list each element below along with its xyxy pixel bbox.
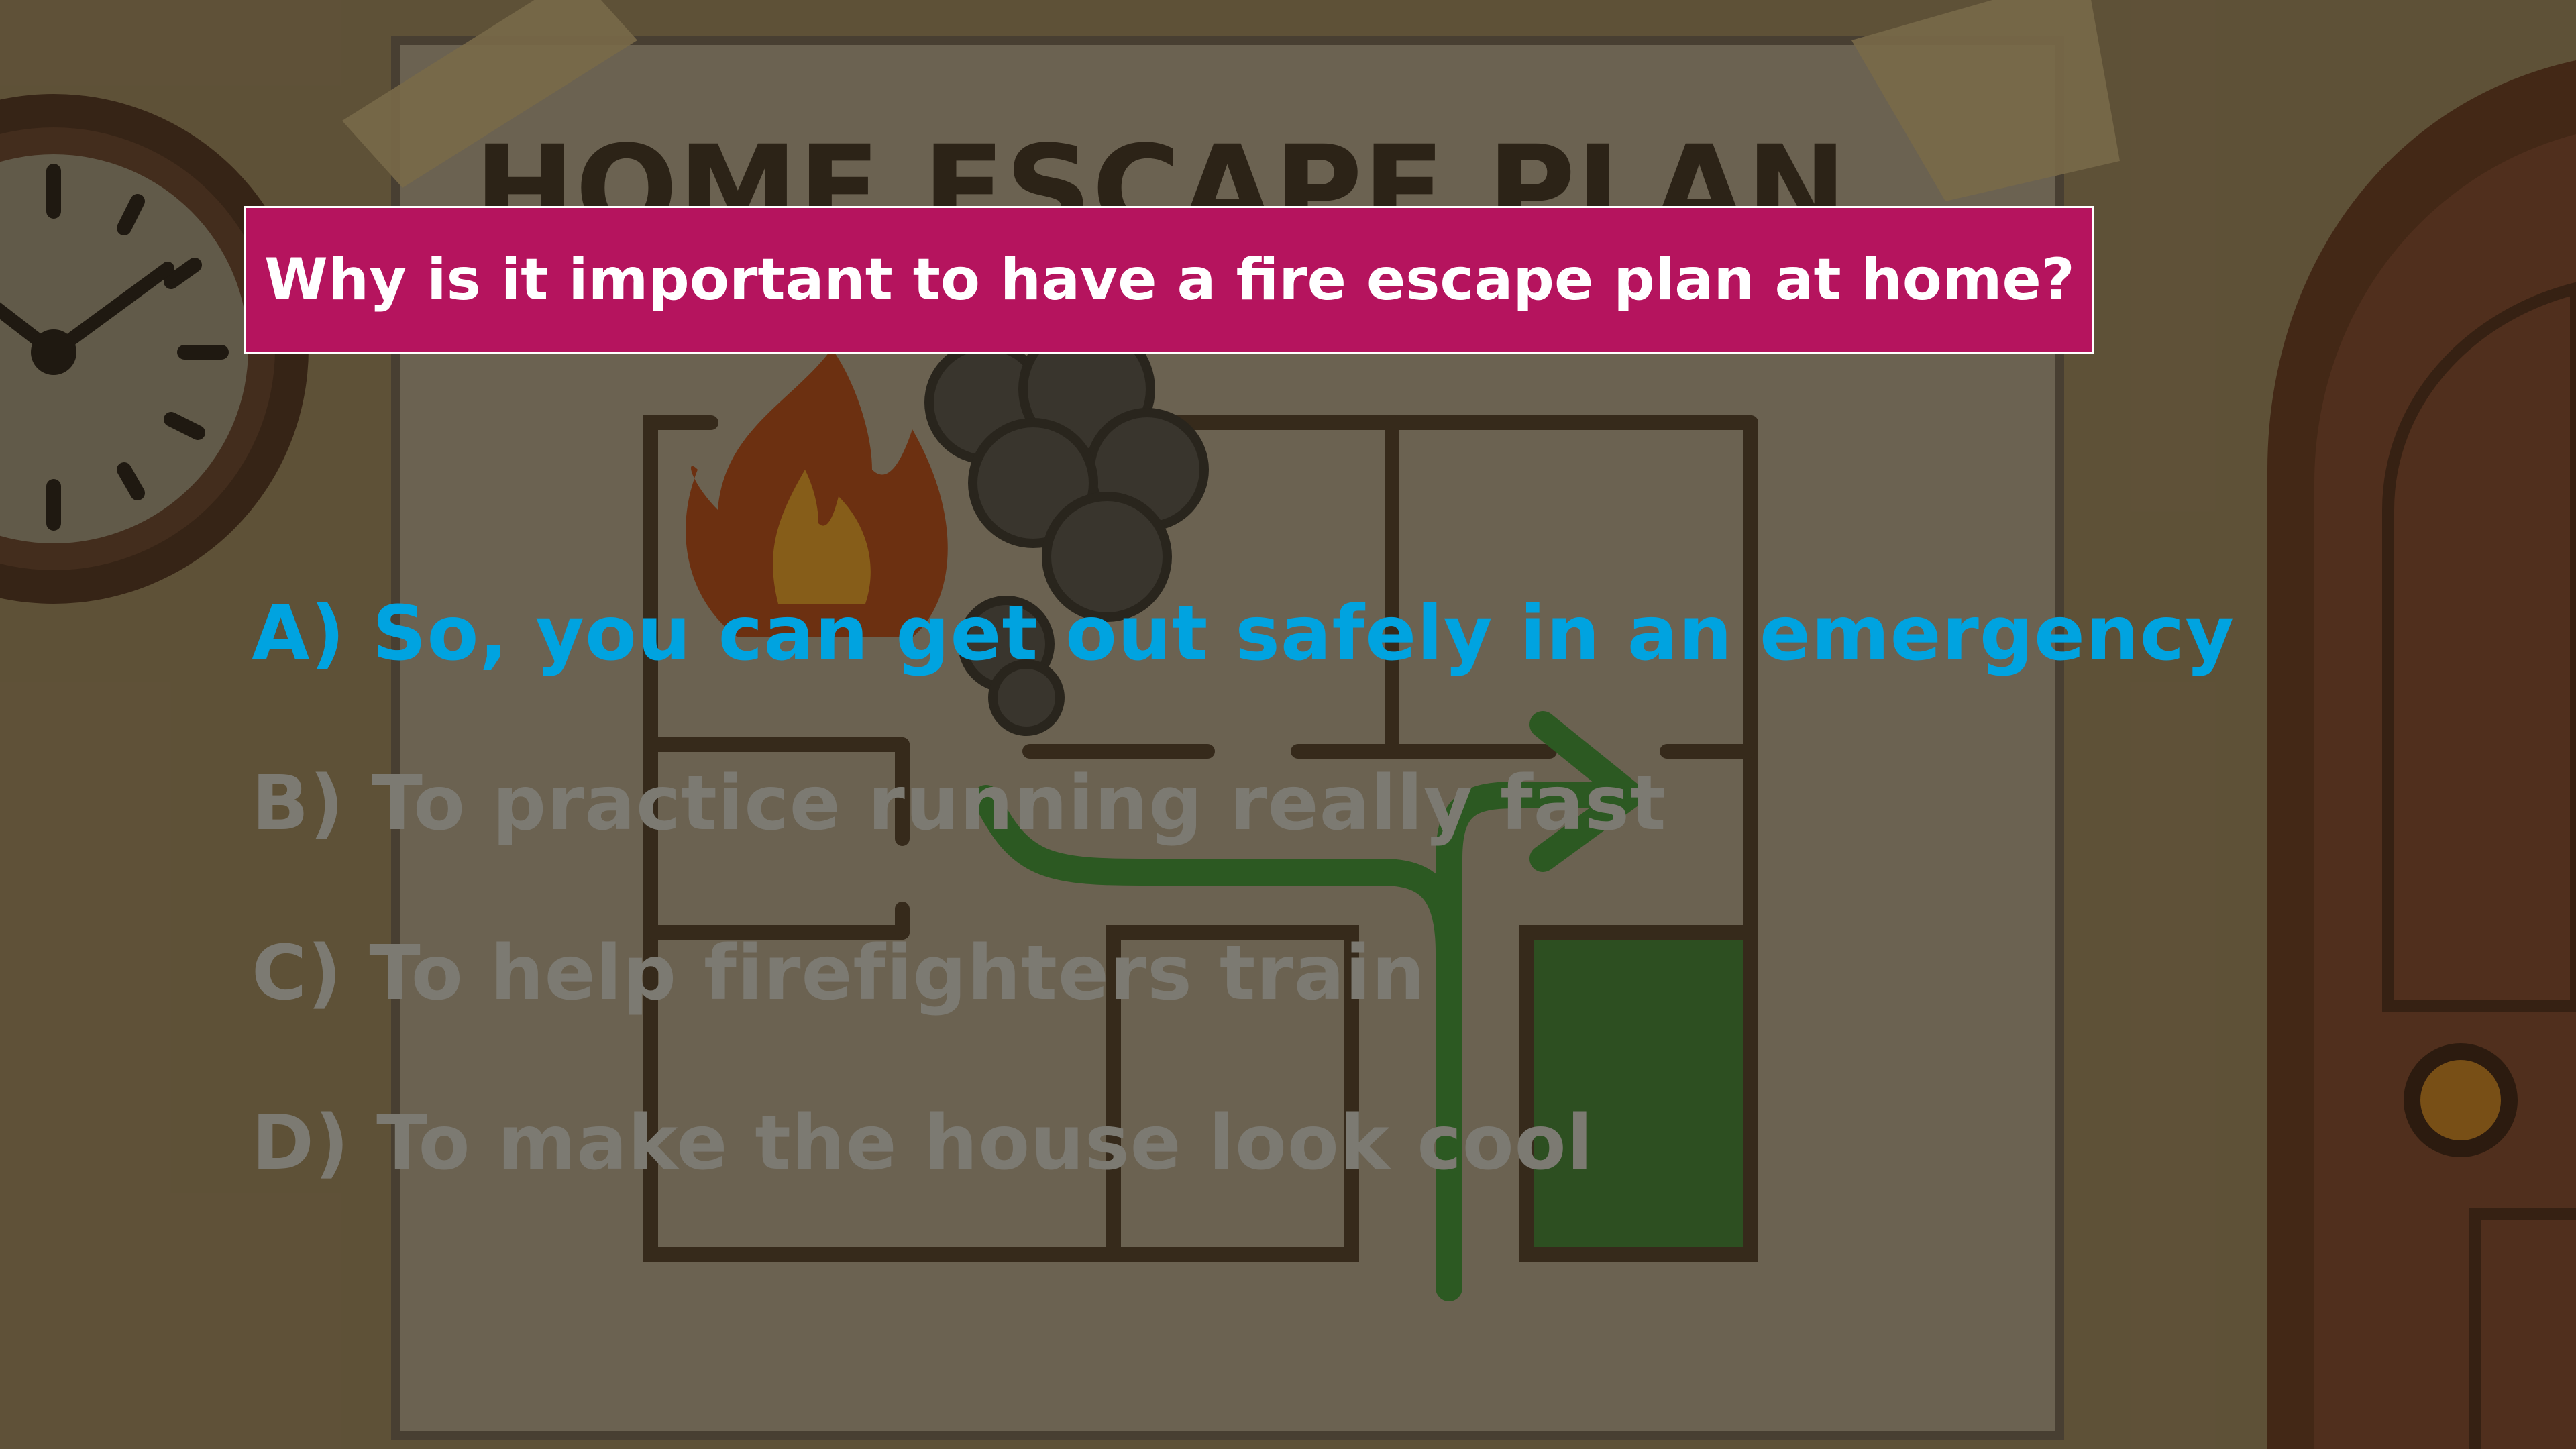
question-banner: Why is it important to have a fire escap…: [244, 206, 2094, 354]
quiz-slide: HOME ESCAPE PLAN Why is it important to …: [0, 0, 2576, 1449]
answer-option-a[interactable]: A) So, you can get out safely in an emer…: [252, 590, 2235, 678]
answer-option-d[interactable]: D) To make the house look cool: [252, 1099, 1593, 1187]
answer-option-b[interactable]: B) To practice running really fast: [252, 760, 1666, 847]
answer-option-c[interactable]: C) To help firefighters train: [252, 930, 1426, 1017]
question-text: Why is it important to have a fire escap…: [264, 246, 2075, 313]
